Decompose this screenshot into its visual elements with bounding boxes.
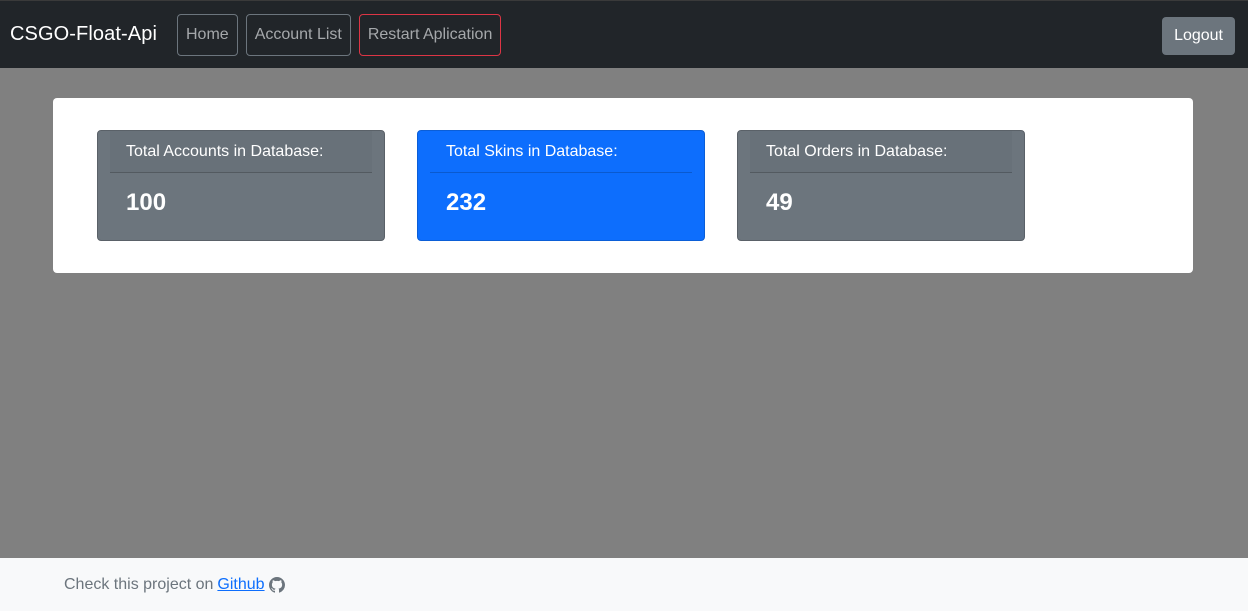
accounts-stat-value: 100	[126, 189, 167, 216]
skins-stat-label: Total Skins in Database:	[430, 131, 692, 173]
github-link[interactable]: Github	[217, 576, 264, 594]
footer-text: Check this project on	[64, 575, 214, 593]
nav-home-button[interactable]: Home	[177, 13, 238, 56]
accounts-stat-card: Total Accounts in Database: 100	[97, 130, 385, 241]
orders-stat-label: Total Orders in Database:	[750, 131, 1012, 173]
accounts-stat-label: Total Accounts in Database:	[110, 131, 372, 173]
restart-application-button[interactable]: Restart Aplication	[358, 13, 502, 56]
stats-panel: Total Accounts in Database: 100 Total Sk…	[53, 98, 1193, 273]
orders-stat-value: 49	[766, 189, 793, 216]
brand[interactable]: CSGO-Float-Api	[10, 23, 157, 46]
skins-stat-card: Total Skins in Database: 232	[417, 130, 705, 241]
skins-stat-value: 232	[446, 189, 487, 216]
nav-account-list-button[interactable]: Account List	[245, 13, 351, 56]
github-icon[interactable]	[268, 576, 285, 593]
navbar: CSGO-Float-Api Home Account List Restart…	[0, 0, 1248, 68]
orders-stat-card: Total Orders in Database: 49	[737, 130, 1025, 241]
footer: Check this project on Github	[0, 558, 1248, 611]
logout-button[interactable]: Logout	[1162, 17, 1235, 55]
